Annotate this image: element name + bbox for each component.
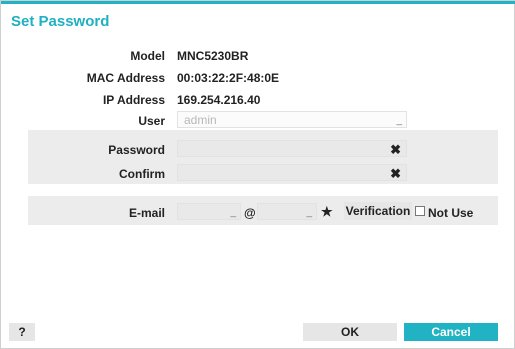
dialog-accent-bar bbox=[1, 1, 515, 4]
password-field[interactable]: ✖ bbox=[177, 140, 407, 157]
help-button[interactable]: ? bbox=[9, 323, 35, 341]
set-password-dialog: Set Password Model MNC5230BR MAC Address… bbox=[0, 0, 515, 349]
user-field[interactable]: admin _ bbox=[177, 111, 407, 128]
cursor-marker: _ bbox=[306, 207, 312, 218]
ip-address-label: IP Address bbox=[102, 93, 165, 107]
password-label: Password bbox=[108, 143, 165, 157]
confirm-label: Confirm bbox=[119, 167, 165, 181]
user-label: User bbox=[138, 114, 165, 128]
user-placeholder: admin bbox=[184, 113, 217, 127]
star-icon[interactable]: ★ bbox=[321, 204, 333, 220]
clear-password-icon[interactable]: ✖ bbox=[390, 142, 401, 157]
dialog-title: Set Password bbox=[11, 13, 110, 30]
email-domain-field[interactable]: _ bbox=[257, 203, 317, 220]
email-label: E-mail bbox=[128, 206, 165, 220]
verification-button[interactable]: Verification bbox=[344, 202, 412, 220]
model-label: Model bbox=[130, 49, 165, 63]
not-use-label: Not Use bbox=[428, 206, 474, 220]
confirm-field[interactable]: ✖ bbox=[177, 164, 407, 181]
cursor-marker: _ bbox=[396, 115, 402, 126]
ip-address-value: 169.254.216.40 bbox=[177, 93, 261, 107]
email-at-symbol: @ bbox=[244, 206, 256, 220]
clear-confirm-icon[interactable]: ✖ bbox=[390, 166, 401, 181]
mac-address-value: 00:03:22:2F:48:0E bbox=[177, 71, 280, 85]
model-value: MNC5230BR bbox=[177, 49, 249, 63]
mac-address-label: MAC Address bbox=[86, 71, 165, 85]
cancel-button[interactable]: Cancel bbox=[404, 323, 498, 341]
email-user-field[interactable]: _ bbox=[177, 203, 241, 220]
cursor-marker: _ bbox=[230, 207, 236, 218]
not-use-checkbox[interactable] bbox=[415, 206, 425, 216]
ok-button[interactable]: OK bbox=[303, 323, 397, 341]
